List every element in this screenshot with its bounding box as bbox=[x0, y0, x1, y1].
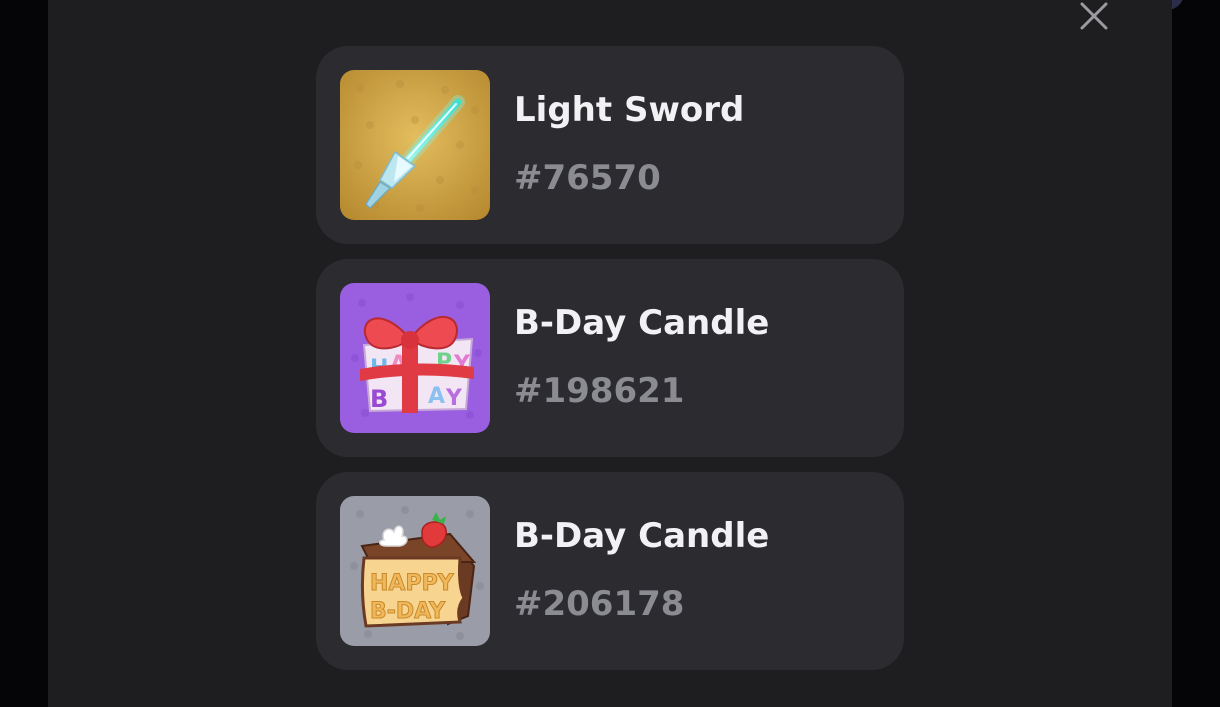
gift-card-bday-candle-1[interactable]: H A P Y B A Y B-Day Candle #198621 bbox=[316, 259, 904, 457]
gift-id: #198621 bbox=[514, 371, 685, 411]
gift-card-bday-candle-2[interactable]: HAPPY B-DAY B-Day Candle #206178 bbox=[316, 472, 904, 670]
svg-text:HAPPY: HAPPY bbox=[370, 571, 455, 596]
gift-name: B-Day Candle bbox=[514, 303, 770, 343]
gift-name: Light Sword bbox=[514, 90, 745, 130]
gift-list: Light Sword #76570 H A P Y B A Y bbox=[316, 46, 904, 685]
gift-id: #76570 bbox=[514, 158, 661, 198]
svg-text:B-DAY: B-DAY bbox=[370, 599, 446, 624]
gift-name: B-Day Candle bbox=[514, 516, 770, 556]
light-sword-icon bbox=[340, 70, 490, 220]
gift-box-icon: H A P Y B A Y bbox=[340, 283, 490, 433]
gift-thumbnail: HAPPY B-DAY bbox=[340, 496, 490, 646]
close-icon bbox=[1080, 2, 1108, 30]
svg-text:A: A bbox=[428, 384, 445, 409]
gift-thumbnail: H A P Y B A Y bbox=[340, 283, 490, 433]
birthday-cake-icon: HAPPY B-DAY bbox=[340, 496, 490, 646]
gift-id: #206178 bbox=[514, 584, 685, 624]
svg-text:B: B bbox=[370, 385, 388, 413]
gift-thumbnail bbox=[340, 70, 490, 220]
close-button[interactable] bbox=[1076, 0, 1112, 34]
gift-card-light-sword[interactable]: Light Sword #76570 bbox=[316, 46, 904, 244]
svg-text:Y: Y bbox=[445, 386, 463, 411]
